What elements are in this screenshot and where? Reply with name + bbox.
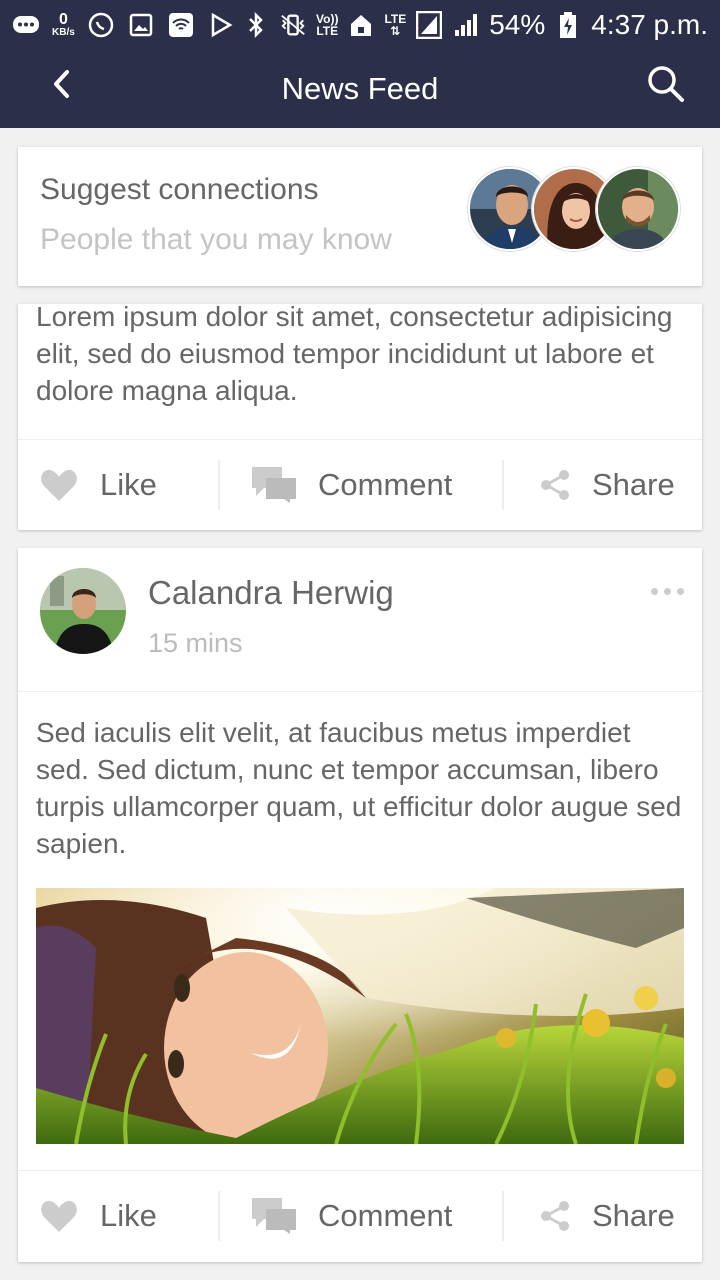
- comment-button[interactable]: Comment: [220, 1191, 502, 1241]
- post-time: 15 mins: [148, 628, 243, 658]
- post-card: Lorem ipsum dolor sit amet, consectetur …: [18, 304, 702, 530]
- lte-indicator: LTE ⇅: [384, 12, 407, 38]
- search-icon[interactable]: [644, 62, 688, 106]
- suggest-connections-card[interactable]: Suggest connections People that you may …: [18, 147, 702, 286]
- wifi-box-icon: [167, 11, 195, 39]
- suggest-title: Suggest connections: [40, 173, 319, 206]
- share-icon: [540, 1200, 570, 1232]
- post-text: Sed iaculis elit velit, at faucibus metu…: [36, 717, 682, 859]
- share-button[interactable]: Share: [504, 460, 702, 510]
- battery-charging-icon: [554, 11, 582, 39]
- chevron-left-icon[interactable]: [42, 64, 82, 104]
- signal-icon: [452, 11, 480, 39]
- post-actions: Like Comment Share: [18, 1170, 702, 1260]
- post-card: Calandra Herwig 15 mins Sed iaculis elit…: [18, 548, 702, 1262]
- avatar[interactable]: [596, 167, 680, 251]
- app-bar: News Feed: [0, 50, 720, 128]
- comment-icon: [252, 466, 296, 503]
- home-icon: [347, 11, 375, 39]
- signal-box-icon: [415, 11, 443, 39]
- volte-indicator: Vo)) LTE: [316, 12, 339, 38]
- post-text: Lorem ipsum dolor sit amet, consectetur …: [36, 304, 673, 406]
- status-bar: 0 KB/s Vo)) LTE LTE ⇅ 54% 4:37 p.m.: [0, 0, 720, 50]
- more-options-icon[interactable]: [651, 588, 684, 595]
- vibrate-icon: [279, 11, 307, 39]
- share-label: Share: [592, 1197, 675, 1233]
- suggested-avatars[interactable]: [468, 167, 680, 251]
- share-icon: [540, 469, 570, 501]
- like-label: Like: [100, 1197, 157, 1233]
- data-speed: 0 KB/s: [52, 11, 75, 38]
- comment-label: Comment: [318, 1197, 453, 1233]
- share-button[interactable]: Share: [504, 1191, 702, 1241]
- author-avatar[interactable]: [40, 568, 126, 654]
- heart-icon: [40, 468, 78, 502]
- comment-icon: [252, 1197, 296, 1234]
- post-image[interactable]: [36, 888, 684, 1144]
- play-store-icon: [207, 11, 235, 39]
- battery-percent: 54%: [489, 9, 546, 40]
- like-label: Like: [100, 466, 157, 502]
- gallery-icon: [127, 11, 155, 39]
- whatsapp-icon: [87, 11, 115, 39]
- comment-button[interactable]: Comment: [220, 460, 502, 510]
- share-label: Share: [592, 466, 675, 502]
- heart-icon: [40, 1199, 78, 1233]
- like-button[interactable]: Like: [18, 460, 218, 510]
- like-button[interactable]: Like: [18, 1191, 218, 1241]
- author-name[interactable]: Calandra Herwig: [148, 574, 394, 612]
- divider: [18, 691, 702, 692]
- comment-label: Comment: [318, 466, 453, 502]
- suggest-subtitle: People that you may know: [40, 223, 392, 256]
- bluetooth-icon: [242, 11, 270, 39]
- post-actions: Like Comment Share: [18, 439, 702, 529]
- clock: 4:37 p.m.: [591, 9, 708, 40]
- message-icon: [12, 11, 40, 39]
- page-title: News Feed: [281, 71, 439, 106]
